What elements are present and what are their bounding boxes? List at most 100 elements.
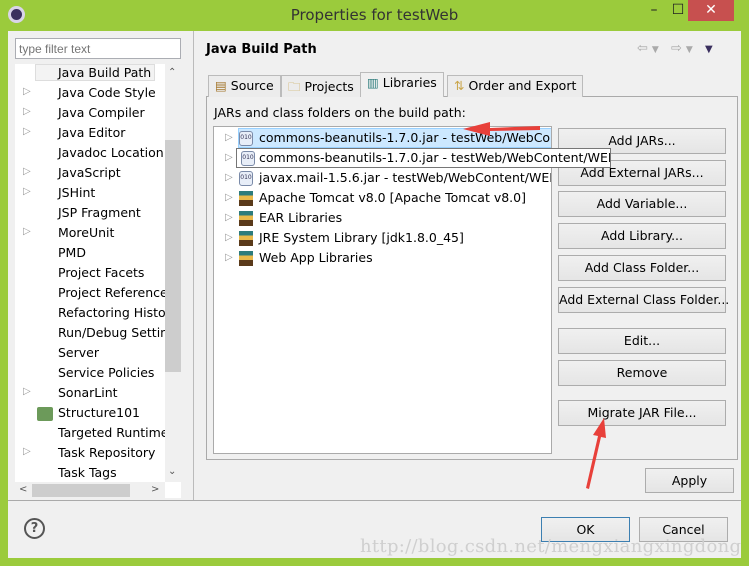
watermark: http://blog.csdn.net/mengxiangxingdong <box>360 536 742 557</box>
title-bar[interactable]: Properties for testWeb – ☐ ✕ <box>0 0 749 31</box>
tree-item[interactable]: Structure101 <box>15 404 165 424</box>
tree-item[interactable]: ▷ SonarLint <box>15 384 165 404</box>
expand-arrow-icon[interactable]: ▷ <box>225 192 233 203</box>
tree-item[interactable]: Refactoring History <box>15 304 165 324</box>
library-icon <box>239 231 253 246</box>
tree-item[interactable]: Targeted Runtimes <box>15 424 165 444</box>
property-tree: Java Build Path ▷ Java Code Style ▷ Java Com… <box>15 64 181 498</box>
tree-item[interactable]: ▷ Java Editor <box>15 124 165 144</box>
build-path-list[interactable]: ▷ 010 commons-beanutils-1.7.0.jar - testWe… <box>213 126 552 454</box>
tree-item-label: Java Build Path <box>35 64 156 81</box>
structure101-icon <box>37 407 53 421</box>
expand-arrow-icon[interactable]: ▷ <box>225 252 233 263</box>
tree-item-label: SonarLint <box>58 385 118 400</box>
view-menu-icon[interactable]: ▼ <box>705 44 717 55</box>
scroll-down-icon[interactable]: ⌄ <box>168 466 176 477</box>
tree-item[interactable]: ▷ JavaScript <box>15 164 165 184</box>
entry-label: Web App Libraries <box>259 250 373 265</box>
tree-item[interactable]: Project References <box>15 284 165 304</box>
back-menu-icon[interactable]: ▼ <box>652 45 663 55</box>
back-arrow-icon[interactable]: ⇦ <box>637 41 652 56</box>
jar-icon: 010 <box>239 171 253 186</box>
tree-item-label: MoreUnit <box>58 225 115 240</box>
scroll-right-icon[interactable]: > <box>151 484 159 495</box>
expand-arrow-icon[interactable]: ▷ <box>225 212 233 223</box>
tree-item[interactable]: JSP Fragment <box>15 204 165 224</box>
tree-scroll-thumb[interactable] <box>165 140 181 372</box>
tree-item-label: Targeted Runtimes <box>58 425 165 440</box>
forward-menu-icon[interactable]: ▼ <box>686 45 697 55</box>
pane-divider[interactable] <box>193 31 194 501</box>
expand-arrow-icon[interactable]: ▷ <box>225 232 233 243</box>
expand-arrow-icon[interactable]: ▷ <box>225 152 233 163</box>
build-path-entry[interactable]: ▷ JRE System Library [jdk1.8.0_45] <box>214 229 551 249</box>
source-folder-icon: ▤ <box>215 78 227 93</box>
tree-item[interactable]: ▷ Java Compiler <box>15 104 165 124</box>
tree-item-label: Task Tags <box>58 465 117 480</box>
build-path-entry[interactable]: ▷ Web App Libraries <box>214 249 551 269</box>
tree-item[interactable]: Project Facets <box>15 264 165 284</box>
scroll-left-icon[interactable]: < <box>19 484 27 495</box>
build-path-entry[interactable]: ▷ 010 commons-beanutils-1.7.0.jar - testWe… <box>214 129 551 149</box>
expand-arrow-icon[interactable]: ▷ <box>23 166 31 177</box>
build-path-label: JARs and class folders on the build path… <box>214 105 466 120</box>
tree-item[interactable]: PMD <box>15 244 165 264</box>
tree-item[interactable]: Javadoc Location <box>15 144 165 164</box>
tree-item[interactable]: Run/Debug Settings <box>15 324 165 344</box>
scroll-up-icon[interactable]: ⌃ <box>168 67 176 78</box>
remove-button[interactable]: Remove <box>558 360 726 386</box>
close-button[interactable]: ✕ <box>688 0 734 21</box>
filter-input[interactable] <box>15 38 181 59</box>
build-path-entry[interactable]: ▷ 010 javax.mail-1.5.6.jar - testWeb/WebCo… <box>214 169 551 189</box>
library-icon <box>239 211 253 226</box>
build-path-entry[interactable]: ▷ Apache Tomcat v8.0 [Apache Tomcat v8.0] <box>214 189 551 209</box>
migrate-jar-file-button[interactable]: Migrate JAR File... <box>558 400 726 426</box>
expand-arrow-icon[interactable]: ▷ <box>23 446 31 457</box>
tab-projects[interactable]: 🗀 Projects <box>281 75 361 97</box>
expand-arrow-icon[interactable]: ▷ <box>23 186 31 197</box>
tree-item-label: Task Repository <box>58 445 156 460</box>
tree-item-label: Javadoc Location <box>58 145 164 160</box>
tree-item[interactable]: Task Tags <box>15 464 165 484</box>
tree-item[interactable]: ▷ Java Code Style <box>15 84 165 104</box>
footer-separator <box>8 500 741 501</box>
tree-item-label: Project Facets <box>58 265 145 280</box>
add-library-button[interactable]: Add Library... <box>558 223 726 249</box>
tree-item-label: Run/Debug Settings <box>58 325 165 340</box>
tab-libraries[interactable]: ▥ Libraries <box>360 72 444 97</box>
tab-order-export[interactable]: ⇅ Order and Export <box>447 75 584 97</box>
expand-arrow-icon[interactable]: ▷ <box>225 132 233 143</box>
add-external-class-folder-button[interactable]: Add External Class Folder... <box>558 287 729 313</box>
tree-item[interactable]: ▷ JSHint <box>15 184 165 204</box>
projects-folder-icon: 🗀 <box>288 79 301 94</box>
forward-arrow-icon[interactable]: ⇨ <box>671 41 686 56</box>
tree-hscroll-thumb[interactable] <box>32 484 130 497</box>
tree-item[interactable]: ▷ Task Repository <box>15 444 165 464</box>
expand-arrow-icon[interactable]: ▷ <box>23 126 31 137</box>
edit-button[interactable]: Edit... <box>558 328 726 354</box>
build-path-entry[interactable]: ▷ EAR Libraries <box>214 209 551 229</box>
tree-item-label: JSHint <box>58 185 96 200</box>
expand-arrow-icon[interactable]: ▷ <box>23 86 31 97</box>
order-export-icon: ⇅ <box>454 78 465 93</box>
tree-item[interactable]: Server <box>15 344 165 364</box>
apply-button[interactable]: Apply <box>645 468 734 493</box>
add-variable-button[interactable]: Add Variable... <box>558 191 726 217</box>
tree-item-label: Service Policies <box>58 365 155 380</box>
expand-arrow-icon[interactable]: ▷ <box>23 226 31 237</box>
expand-arrow-icon[interactable]: ▷ <box>225 172 233 183</box>
expand-arrow-icon[interactable]: ▷ <box>23 106 31 117</box>
page-title: Java Build Path <box>206 42 317 57</box>
tree-item[interactable]: Java Build Path <box>15 64 165 84</box>
tree-item[interactable]: Service Policies <box>15 364 165 384</box>
library-icon <box>239 251 253 266</box>
help-icon[interactable]: ? <box>24 518 45 539</box>
entry-label: JRE System Library [jdk1.8.0_45] <box>259 230 464 245</box>
add-class-folder-button[interactable]: Add Class Folder... <box>558 255 726 281</box>
window-title: Properties for testWeb <box>290 6 459 24</box>
expand-arrow-icon[interactable]: ▷ <box>23 386 31 397</box>
tab-source[interactable]: ▤ Source <box>208 75 281 97</box>
tree-item-label: JSP Fragment <box>58 205 141 220</box>
tree-item-label: Server <box>58 345 99 360</box>
tree-item[interactable]: ▷ MoreUnit <box>15 224 165 244</box>
